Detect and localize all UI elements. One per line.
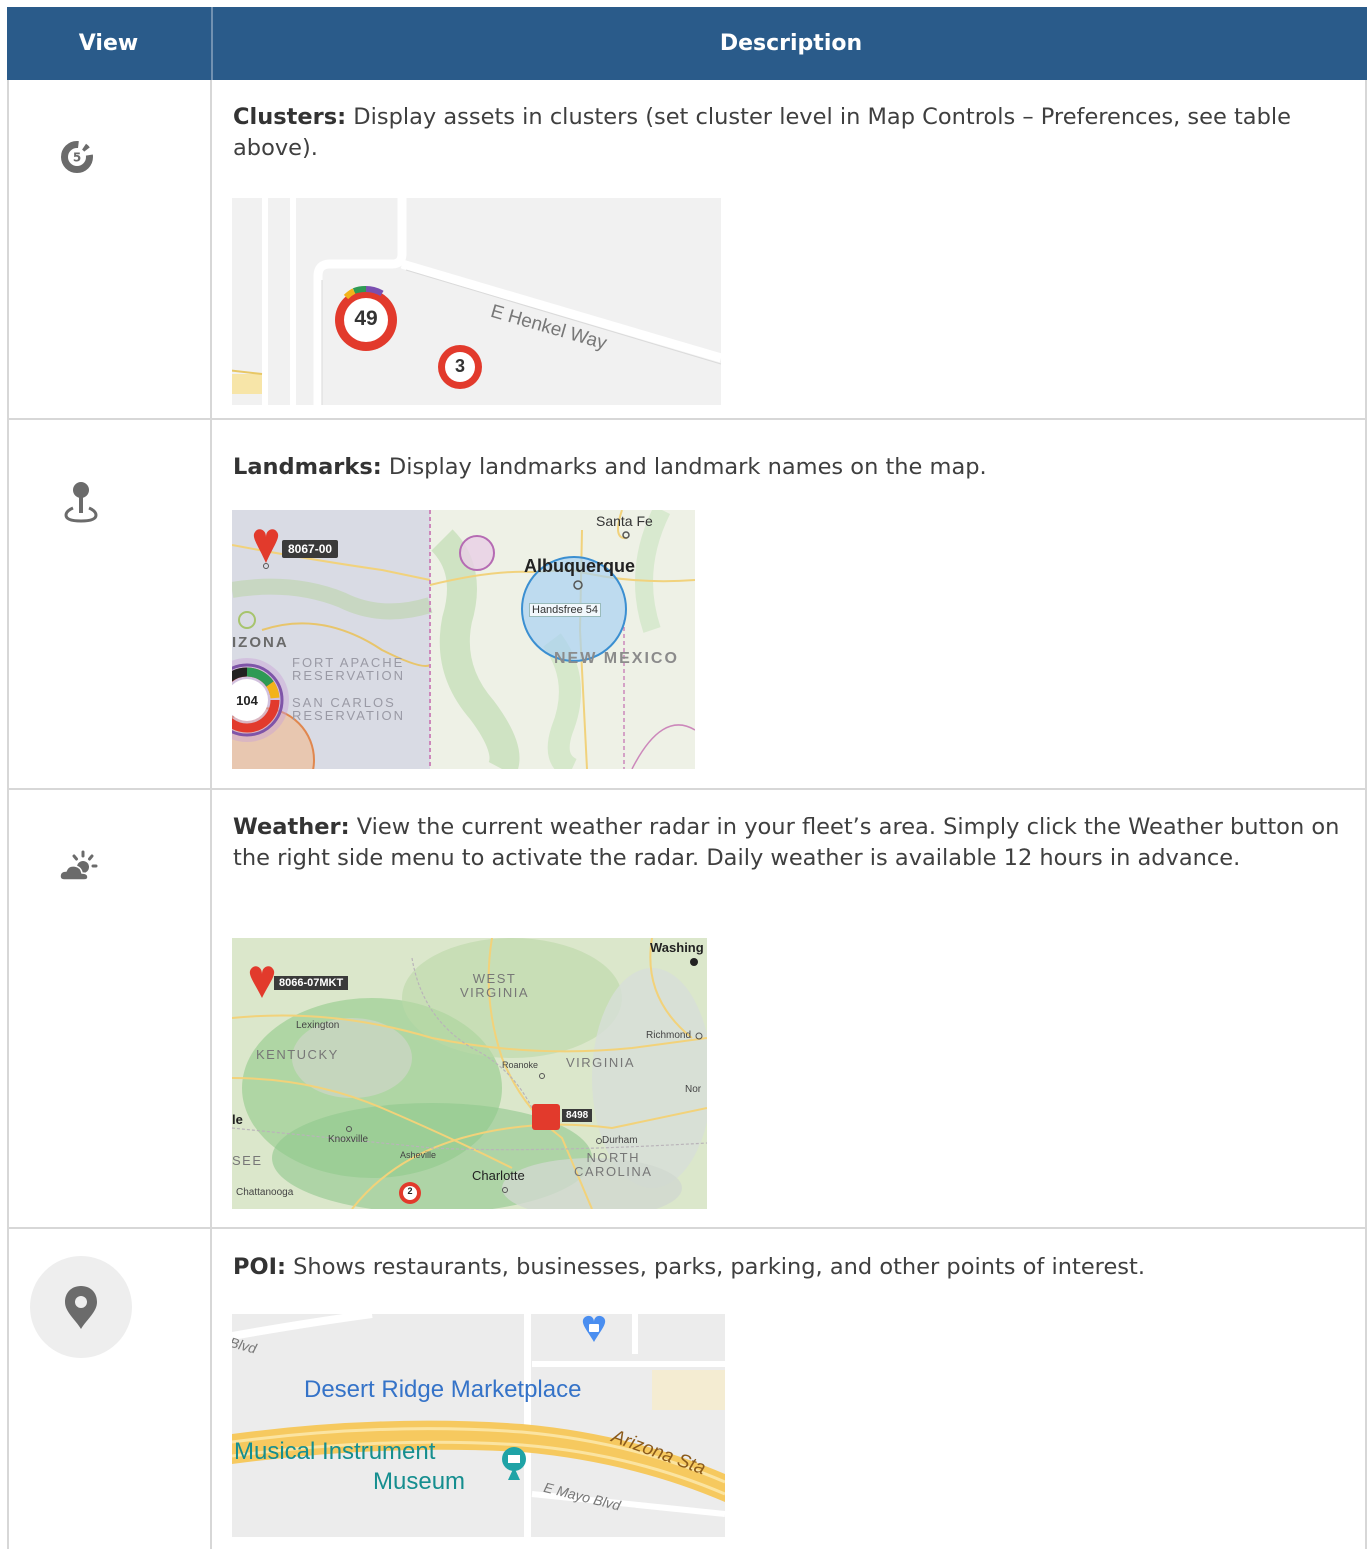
city-label: Nor [685,1084,702,1095]
row-text: Shows restaurants, businesses, parks, pa… [286,1254,1145,1280]
column-divider [210,80,212,1549]
row-text: Display assets in clusters (set cluster … [233,104,1291,161]
city-label: Richmond [646,1030,692,1041]
city-label: Chattanooga [236,1187,294,1198]
city-label: Durham [602,1135,638,1146]
landmark-label: Handsfree 54 [529,603,602,617]
row-title: Landmarks: [233,454,382,480]
state-label: SEE [232,1153,263,1168]
clusters-description: Clusters: Display assets in clusters (se… [233,102,1343,164]
poi-label: Desert Ridge Marketplace [304,1376,582,1403]
city-label: Roanoke [502,1060,539,1070]
state-label: IZONA [232,634,289,651]
vehicle-label: 8498 [562,1109,593,1122]
landmark-pin-icon [64,480,98,532]
row-title: Clusters: [233,104,347,130]
city-label: Santa Fe [596,513,653,529]
table-border-right [1365,80,1367,1549]
partly-cloudy-icon [59,850,99,888]
landmarks-map-image: 8067-00 Santa Fe Albuquerque Handsfree 5… [232,510,695,769]
cluster-marker-small: 3 [454,356,465,376]
cluster-icon-count: 5 [73,151,81,165]
reservation-label: FORT APACHE RESERVATION [292,655,406,683]
cluster-marker: 2 [407,1186,413,1196]
row-text: View the current weather radar in your f… [233,814,1340,871]
views-table: View Description 5 Clusters: Display ass… [7,7,1367,1549]
cluster-icon: 5 [60,140,94,178]
cluster-marker: 104 [236,693,258,708]
poi-map-image: Blvd Desert Ridge Marketplace Musical In… [232,1314,725,1537]
state-label: NORTH CAROLINA [574,1150,653,1179]
city-label: Washing [650,940,704,955]
row-text: Display landmarks and landmark names on … [381,454,987,480]
city-label: Knoxville [328,1134,369,1145]
row-divider [7,1227,1367,1229]
state-label: WEST VIRGINIA [460,971,530,1000]
table-border-left [7,80,9,1549]
row-divider [7,788,1367,790]
city-label: Asheville [400,1150,437,1160]
poi-description: POI: Shows restaurants, businesses, park… [233,1252,1343,1283]
city-label: le [232,1112,243,1127]
weather-description: Weather: View the current weather radar … [233,812,1343,874]
state-label: VIRGINIA [566,1055,636,1070]
asset-label: 8067-00 [282,540,339,558]
location-pin-icon [30,1256,132,1362]
table-header: View Description [7,7,1367,80]
header-view: View [78,31,139,56]
row-divider [7,418,1367,420]
row-title: POI: [233,1254,286,1280]
state-label: NEW MEXICO [554,650,679,667]
row-title: Weather: [233,814,350,840]
poi-label: Musical Instrument Museum [234,1438,466,1495]
city-label: Lexington [296,1020,340,1031]
clusters-map-image: E Henkel Way 49 3 [232,198,721,405]
reservation-label: SAN CARLOS RESERVATION [292,695,406,723]
cluster-marker-large: 49 [354,307,378,330]
city-label: Charlotte [472,1168,525,1183]
weather-map-image: Washing 8066-07MKT WEST VIRGINIA Lexingto… [232,938,707,1209]
asset-label: 8066-07MKT [274,976,349,990]
header-description: Description [211,7,1369,80]
city-label: Albuquerque [524,556,635,576]
state-label: KENTUCKY [256,1047,339,1062]
landmarks-description: Landmarks: Display landmarks and landmar… [233,452,1343,483]
